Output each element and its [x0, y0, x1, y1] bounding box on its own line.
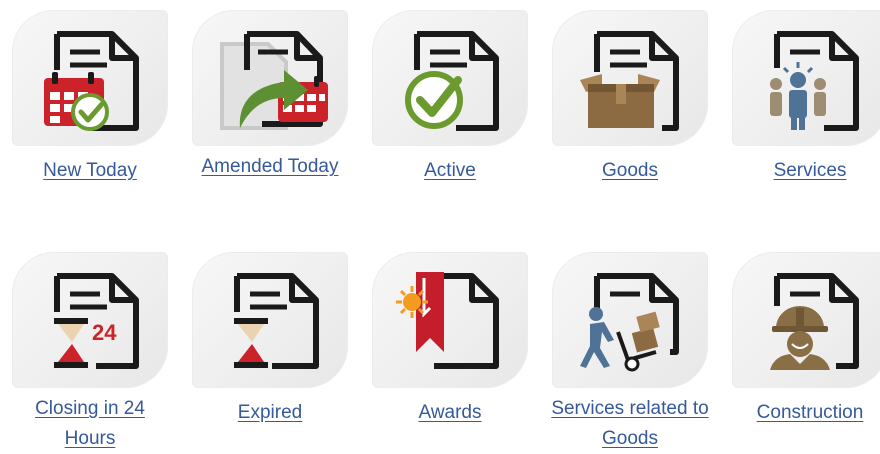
- tile-new-today-label[interactable]: New Today: [0, 156, 180, 186]
- construction-icon[interactable]: [732, 252, 880, 388]
- tile-construction-label[interactable]: Construction: [720, 398, 880, 428]
- closing-24-hours-icon[interactable]: 24: [12, 252, 168, 388]
- tile-services-label[interactable]: Services: [720, 156, 880, 186]
- tile-amended-today-label[interactable]: Amended Today: [180, 152, 360, 182]
- tile-awards-label[interactable]: Awards: [360, 398, 540, 428]
- goods-icon[interactable]: [552, 10, 708, 146]
- services-related-to-goods-icon[interactable]: [552, 252, 708, 388]
- tile-goods-label[interactable]: Goods: [540, 156, 720, 186]
- closing-24-badge: 24: [92, 320, 117, 345]
- tile-expired-label[interactable]: Expired: [180, 398, 360, 428]
- active-icon[interactable]: [372, 10, 528, 146]
- tile-active-label[interactable]: Active: [360, 156, 540, 186]
- new-today-icon[interactable]: [12, 10, 168, 146]
- awards-icon[interactable]: [372, 252, 528, 388]
- amended-today-icon[interactable]: [192, 10, 348, 146]
- tile-closing-24-hours-label[interactable]: Closing in 24 Hours: [10, 394, 170, 454]
- expired-icon[interactable]: [192, 252, 348, 388]
- tile-services-related-to-goods-label[interactable]: Services related to Goods: [550, 394, 710, 454]
- services-icon[interactable]: [732, 10, 880, 146]
